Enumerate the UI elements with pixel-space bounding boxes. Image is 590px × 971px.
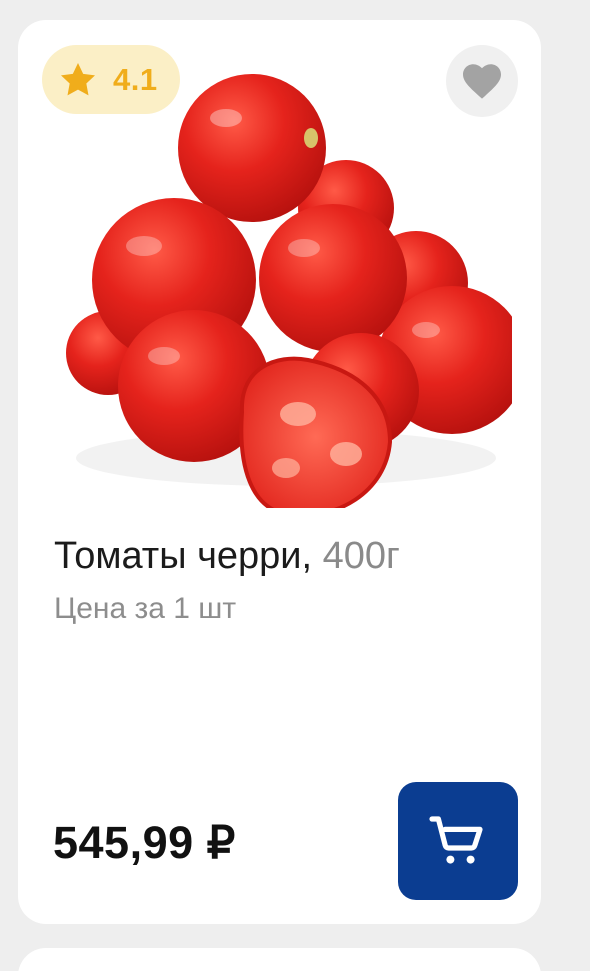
favorite-button[interactable]	[446, 45, 518, 117]
heart-icon	[463, 64, 501, 99]
product-price: 545,99 ₽	[53, 817, 236, 868]
next-product-card[interactable]	[18, 948, 541, 971]
product-title[interactable]: Томаты черри, 400г	[54, 535, 400, 578]
product-weight: 400г	[322, 535, 400, 577]
product-image	[66, 74, 512, 508]
star-icon	[61, 62, 95, 95]
cart-icon	[429, 816, 483, 864]
rating-badge: 4.1	[42, 45, 180, 114]
add-to-cart-button[interactable]	[398, 782, 518, 900]
page: 4.1 Томаты черри, 400г Цена за 1 шт 545,…	[0, 0, 590, 971]
price-unit-label: Цена за 1 шт	[54, 592, 237, 625]
rating-value: 4.1	[113, 61, 158, 97]
product-card[interactable]: 4.1 Томаты черри, 400г Цена за 1 шт 545,…	[18, 20, 541, 924]
product-name: Томаты черри,	[54, 535, 313, 577]
